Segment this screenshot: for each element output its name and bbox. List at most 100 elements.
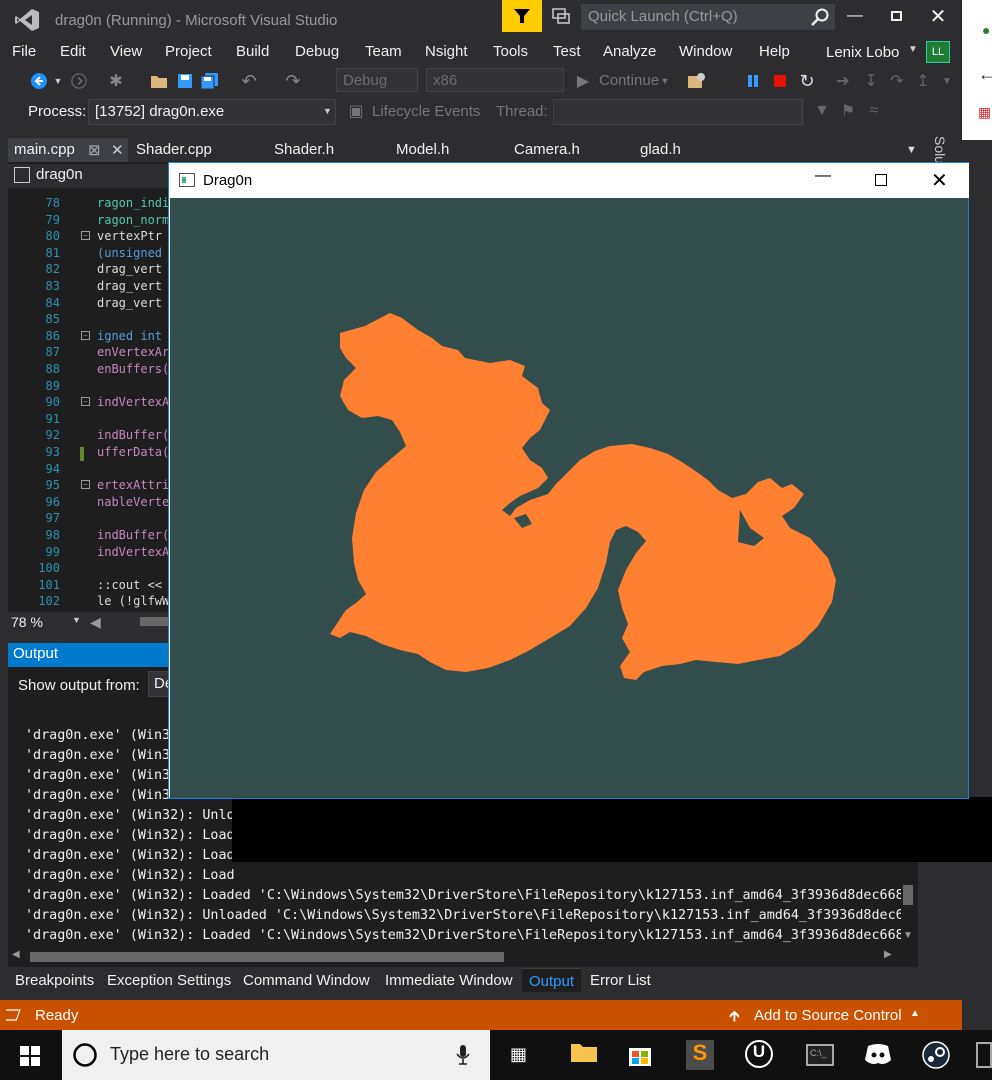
app-minimize-button[interactable]: — (815, 167, 831, 185)
navigation-dropdown[interactable]: drag0n (8, 164, 168, 188)
back-button[interactable] (28, 70, 50, 92)
code-line[interactable]: enVertexAr (97, 345, 169, 359)
fold-toggle-icon[interactable]: − (81, 480, 90, 490)
tab-immediate-window[interactable]: Immediate Window (385, 972, 513, 989)
tab-breakpoints[interactable]: Breakpoints (15, 972, 94, 989)
menu-tools[interactable]: Tools (493, 43, 528, 60)
code-line[interactable]: ertexAttri (97, 478, 169, 492)
tab-error-list[interactable]: Error List (590, 972, 651, 989)
solution-configuration-dropdown[interactable]: Debug (336, 68, 418, 92)
app-close-button[interactable]: ✕ (931, 168, 948, 193)
tab-command-window[interactable]: Command Window (243, 972, 370, 989)
output-line[interactable]: 'drag0n.exe' (Win32): Loaded 'C:\Windows… (25, 928, 901, 943)
menu-window[interactable]: Window (679, 43, 732, 60)
step-into-icon[interactable]: ↧ (860, 70, 882, 92)
menu-nsight[interactable]: Nsight (425, 43, 468, 60)
file-explorer-icon[interactable] (570, 1040, 598, 1068)
menu-help[interactable]: Help (759, 43, 790, 60)
tab-output[interactable]: Output (522, 968, 582, 992)
maximize-button[interactable] (876, 0, 916, 32)
code-line[interactable]: le (!glfwW (97, 594, 169, 608)
quick-launch-input[interactable]: Quick Launch (Ctrl+Q) (581, 4, 835, 30)
back-dropdown-icon[interactable]: ▼ (52, 70, 64, 92)
tab-glad-h[interactable]: glad.h (634, 138, 687, 162)
code-line[interactable]: ::cout << (97, 578, 169, 592)
code-line[interactable]: ragon_norm (97, 213, 169, 227)
toolbar-overflow-icon[interactable]: ▼ (938, 70, 956, 92)
code-line[interactable]: igned int (97, 329, 169, 343)
tab-camera-h[interactable]: Camera.h (508, 138, 586, 162)
tab-shader-cpp[interactable]: Shader.cpp (130, 138, 218, 162)
continue-icon[interactable]: ▶ (574, 70, 592, 92)
fold-toggle-icon[interactable]: − (81, 231, 90, 241)
source-control-up-icon[interactable]: ▲ (910, 1008, 920, 1019)
menu-team[interactable]: Team (365, 43, 402, 60)
save-button[interactable] (174, 70, 196, 92)
pause-button[interactable] (742, 70, 764, 92)
solution-platform-dropdown[interactable]: x86 (426, 68, 564, 92)
menu-build[interactable]: Build (236, 43, 269, 60)
microphone-icon[interactable] (456, 1044, 470, 1066)
output-horizontal-scrollbar-thumb[interactable] (30, 952, 504, 962)
tab-model-h[interactable]: Model.h (390, 138, 455, 162)
step-over-icon[interactable]: ↷ (886, 70, 908, 92)
show-threads-icon[interactable]: ≈ (864, 101, 884, 121)
filter-threads-icon[interactable]: ⚑ (838, 101, 858, 121)
search-icon[interactable] (810, 7, 830, 27)
lifecycle-events-dropdown[interactable]: Lifecycle Events (372, 103, 480, 120)
continue-dropdown-icon[interactable]: ▼ (659, 70, 671, 92)
fold-toggle-icon[interactable]: − (81, 330, 90, 340)
output-line[interactable]: 'drag0n.exe' (Win32): Unloaded 'C:\Windo… (25, 908, 901, 923)
menu-test[interactable]: Test (553, 43, 581, 60)
code-line[interactable]: indBuffer( (97, 528, 169, 542)
show-next-statement-icon[interactable]: ➔ (832, 70, 854, 92)
unreal-engine-icon[interactable]: U (745, 1040, 773, 1068)
code-line[interactable]: indBuffer( (97, 428, 169, 442)
forward-button[interactable] (68, 70, 90, 92)
tab-shader-h[interactable]: Shader.h (268, 138, 340, 162)
process-dropdown[interactable]: [13752] drag0n.exe (88, 99, 336, 125)
steam-icon[interactable] (922, 1041, 950, 1069)
task-view-icon[interactable]: ▦ (510, 1044, 527, 1065)
code-line[interactable]: (unsigned (97, 246, 169, 260)
code-line[interactable]: enBuffers( (97, 362, 169, 376)
output-line[interactable]: 'drag0n.exe' (Win32): Load (25, 868, 901, 883)
opengl-render-canvas[interactable] (170, 198, 968, 798)
microsoft-store-icon[interactable] (626, 1040, 654, 1068)
attach-process-button[interactable] (684, 70, 708, 92)
browser-apps-icon[interactable]: ▦ (978, 104, 991, 121)
code-line[interactable]: drag_vert (97, 296, 169, 310)
code-line[interactable]: indVertexA (97, 395, 169, 409)
partial-taskbar-app-icon[interactable] (976, 1042, 992, 1068)
output-vertical-scrollbar-thumb[interactable] (903, 885, 913, 905)
tab-close-icon[interactable]: ✕ (111, 141, 124, 159)
output-panel-header[interactable]: Output (8, 643, 170, 667)
menu-file[interactable]: File (12, 43, 36, 60)
notification-filter-button[interactable] (502, 0, 542, 32)
undo-icon[interactable]: ↶ (238, 70, 260, 92)
code-line[interactable]: indVertexA (97, 545, 169, 559)
zoom-dropdown-icon[interactable]: ▼ (72, 615, 81, 625)
horizontal-scrollbar-thumb[interactable] (140, 617, 168, 626)
tab-main-cpp[interactable]: main.cpp ⊠ ✕ (8, 138, 128, 162)
stop-button[interactable] (769, 70, 791, 92)
menu-analyze[interactable]: Analyze (603, 43, 656, 60)
code-line[interactable]: ragon_indi (97, 196, 169, 210)
minimize-button[interactable]: — (835, 0, 875, 32)
sublime-text-icon[interactable]: S (686, 1040, 714, 1070)
code-line[interactable]: nableVerte (97, 495, 169, 509)
add-to-source-control-button[interactable]: Add to Source Control (754, 1007, 902, 1024)
output-line[interactable]: 'drag0n.exe' (Win32): Loaded 'C:\Windows… (25, 888, 901, 903)
code-line[interactable]: vertexPtr (97, 229, 169, 243)
output-scroll-left-icon[interactable]: ◀ (12, 949, 20, 960)
pin-icon[interactable]: ⊠ (88, 141, 101, 159)
app-maximize-button[interactable] (875, 174, 887, 186)
new-project-icon[interactable]: ✱ (105, 70, 127, 92)
redo-icon[interactable]: ↷ (282, 70, 304, 92)
menu-edit[interactable]: Edit (60, 43, 86, 60)
tab-exception-settings[interactable]: Exception Settings (107, 972, 231, 989)
app-window-titlebar[interactable]: Drag0n — ✕ (169, 163, 969, 198)
command-prompt-icon[interactable]: C:\_ (806, 1044, 834, 1066)
flag-threads-icon[interactable]: ▼ (812, 101, 832, 121)
code-line[interactable]: ufferData( (97, 445, 169, 459)
